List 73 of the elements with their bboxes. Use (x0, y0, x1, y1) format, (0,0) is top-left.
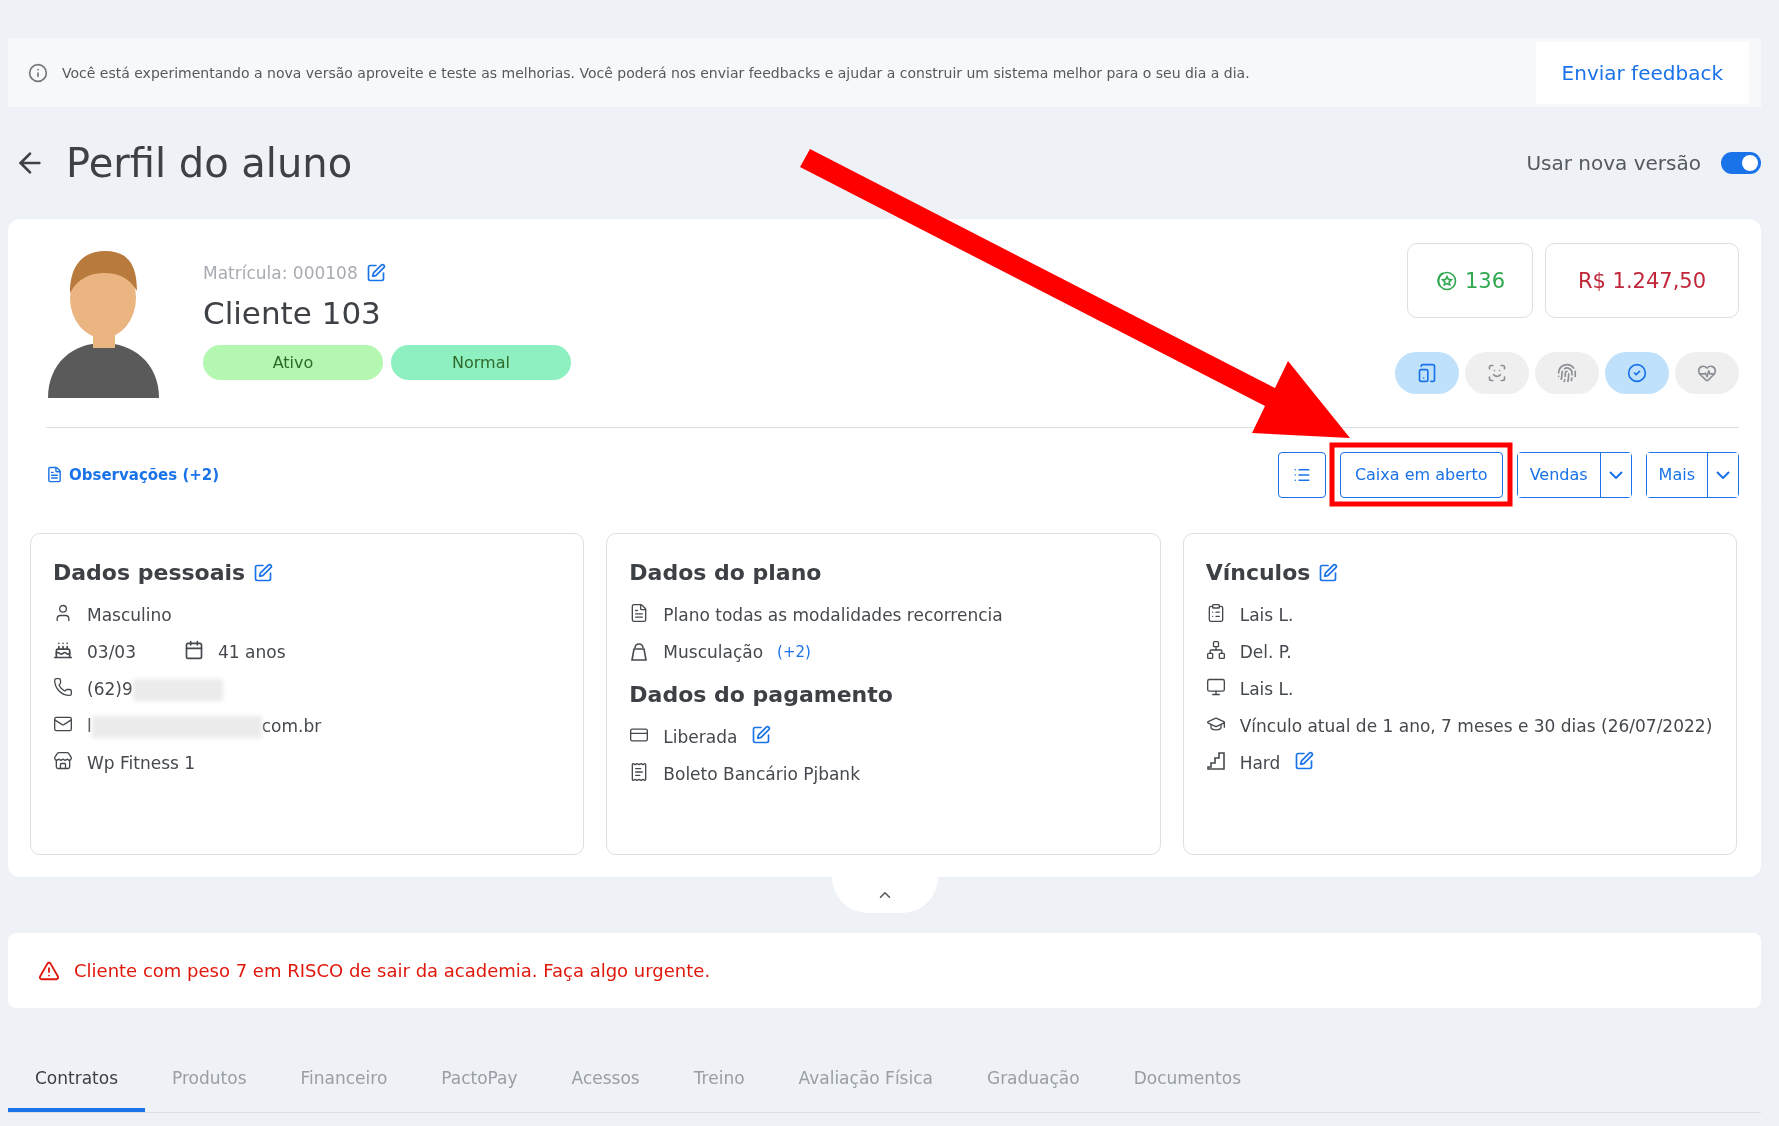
heart-pulse-icon (1697, 363, 1717, 383)
section-title: Dados do pagamento (629, 682, 893, 707)
edit-icon[interactable] (1294, 751, 1315, 771)
menu-button[interactable]: Mais (1646, 452, 1708, 497)
store-icon (53, 751, 73, 771)
tablet-icon (1417, 363, 1437, 383)
plan-text: Plano todas as modalidades recorrencia (662, 604, 1003, 627)
list-button[interactable] (1277, 451, 1326, 498)
quick-action-button[interactable] (1535, 352, 1599, 394)
toggle-label: Usar nova versão (1526, 151, 1701, 175)
tab[interactable]: Produtos (145, 1056, 274, 1112)
tab[interactable]: Avaliação Física (771, 1056, 960, 1112)
mail-icon (53, 714, 73, 734)
unit-text: Wp Fitness 1 (86, 752, 196, 775)
balance-value: R$ 1.247,50 (1545, 243, 1739, 318)
section-title: Dados do plano (629, 560, 822, 585)
monitor-icon (1205, 677, 1226, 697)
level-text: Hard (1238, 752, 1281, 775)
info-icon (28, 62, 48, 83)
page-title: Perfil do aluno (66, 140, 354, 186)
tab[interactable]: Graduação (959, 1056, 1107, 1112)
toggle-switch[interactable] (1721, 152, 1761, 174)
stairs-icon (1205, 751, 1226, 771)
face-scan-icon (1487, 363, 1507, 383)
calendar-icon (184, 640, 204, 660)
document-icon (46, 466, 63, 483)
gender-text: Masculino (86, 604, 172, 627)
client-name: Cliente 103 (203, 295, 382, 331)
status-badge: Ativo (203, 345, 383, 380)
email-text: l com.br (86, 715, 322, 738)
open-cashier-button[interactable]: Caixa em aberto (1339, 451, 1503, 498)
modality-text: Musculação (662, 641, 764, 664)
edit-icon[interactable] (365, 263, 386, 283)
birth-date: 03/03 (87, 641, 136, 664)
edit-icon[interactable] (751, 725, 772, 745)
age-text: 41 anos (218, 641, 286, 664)
tab[interactable]: Contratos (8, 1056, 146, 1112)
banner-message: Você está experimentando a nova versão aproveite e teste as melhorias. Você poderá nos enviar feedbacks e ajudar a construir um sistema melhor para o seu dia a dia. (62, 64, 1251, 81)
phone-icon (53, 677, 73, 697)
network-icon (1205, 640, 1226, 660)
tab[interactable]: Acessos (544, 1056, 667, 1112)
phone-text: (62)9 (79, 677, 223, 701)
screen-text: Lais L. (1238, 678, 1294, 701)
menu-button[interactable]: Vendas (1517, 452, 1601, 497)
cake-icon (53, 640, 73, 660)
billing-text: Boleto Bancário Pjbank (662, 763, 860, 786)
status-badge: Normal (391, 345, 571, 380)
tab[interactable]: PactoPay (414, 1056, 545, 1112)
alert-message: Cliente com peso 7 em RISCO de sair da academia. Faça algo urgente. (74, 960, 711, 981)
tab[interactable]: Treino (666, 1056, 772, 1112)
caret-icon (1608, 470, 1623, 479)
consultant-text: Lais L. (1238, 604, 1294, 627)
warning-icon (38, 959, 60, 982)
edit-icon[interactable] (253, 562, 274, 583)
tab[interactable]: Documentos (1106, 1056, 1269, 1112)
fingerprint-icon (1557, 363, 1577, 383)
edit-icon[interactable] (1318, 562, 1339, 583)
check-circle-icon (1627, 363, 1647, 383)
caret-icon (1716, 470, 1730, 479)
tab[interactable]: Financeiro (273, 1056, 415, 1112)
quick-action-button[interactable] (1395, 352, 1459, 394)
group-text: Del. P. (1238, 641, 1292, 664)
feedback-button[interactable]: Enviar feedback (1535, 41, 1749, 104)
section-title: Vínculos (1205, 560, 1311, 585)
quick-action-button[interactable] (1605, 352, 1669, 394)
more-count[interactable]: (+2) (777, 640, 811, 664)
card-text: Liberada (662, 726, 738, 749)
points-value: 136 (1464, 268, 1506, 293)
section-title: Dados pessoais (53, 560, 246, 585)
notes-link[interactable]: Observações (+2) (46, 465, 220, 484)
quick-action-button[interactable] (1675, 352, 1739, 394)
registration-number: Matrícula: 000108 (203, 263, 358, 283)
course-text: Vínculo atual de 1 ano, 7 meses e 30 dias (26/07/2022) (1238, 715, 1713, 738)
